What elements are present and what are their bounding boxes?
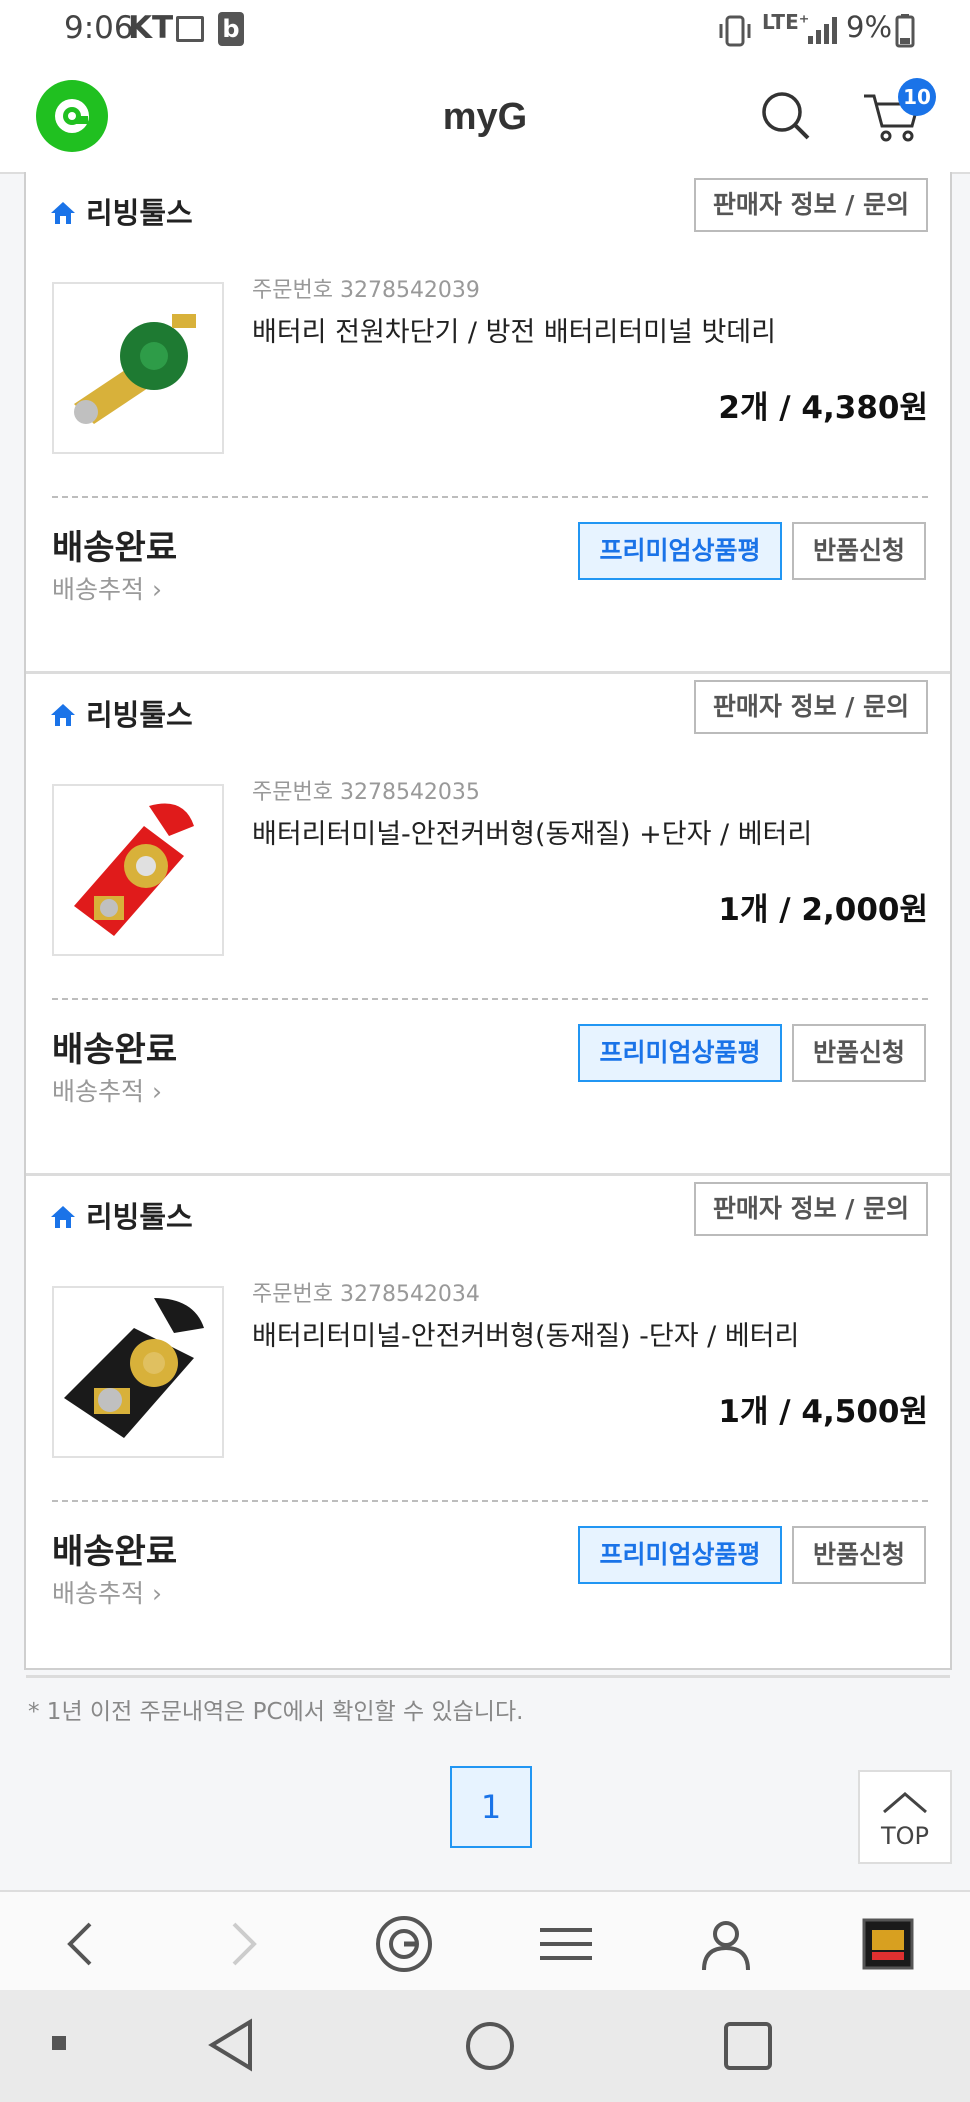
- status-time: 9:06: [64, 10, 134, 46]
- system-nav-bar: [0, 1990, 970, 2102]
- back-arrow-icon[interactable]: [52, 1914, 112, 1974]
- order-number: 주문번호 3278542034: [252, 1282, 480, 1307]
- top-label: TOP: [880, 1822, 930, 1850]
- divider: [52, 1500, 928, 1502]
- return-request-button[interactable]: 반품신청: [792, 1526, 926, 1584]
- order-item: 리빙툴스 판매자 정보 / 문의 주문번호 3278542035 배터리터미널-…: [26, 674, 950, 1176]
- battery-icon: [895, 14, 915, 48]
- recent-product-icon[interactable]: [858, 1914, 918, 1974]
- order-item: 리빙툴스 판매자 정보 / 문의 주문번호 3278542034 배터리터미널-…: [26, 1176, 950, 1678]
- forward-arrow-icon[interactable]: [212, 1914, 272, 1974]
- product-name[interactable]: 배터리터미널-안전커버형(동재질) +단자 / 베터리: [252, 812, 812, 851]
- home-g-icon[interactable]: [374, 1914, 434, 1974]
- page-title: myG: [442, 96, 528, 138]
- quantity-price: 1개 / 2,000원: [718, 892, 928, 928]
- system-overview-icon[interactable]: [722, 2020, 774, 2072]
- track-delivery-link[interactable]: 배송추적 ›: [52, 1072, 162, 1108]
- order-number: 주문번호 3278542035: [252, 780, 480, 805]
- product-thumbnail[interactable]: [52, 1286, 224, 1458]
- product-thumbnail[interactable]: [52, 784, 224, 956]
- search-icon[interactable]: [760, 90, 810, 140]
- track-delivery-link[interactable]: 배송추적 ›: [52, 1574, 162, 1610]
- premium-review-button[interactable]: 프리미엄상품평: [578, 522, 782, 580]
- product-thumbnail[interactable]: [52, 282, 224, 454]
- divider: [52, 998, 928, 1000]
- status-bar: 9:06 KT b LTE⁺ 9%: [0, 0, 970, 60]
- return-request-button[interactable]: 반품신청: [792, 522, 926, 580]
- network-type: LTE⁺: [762, 10, 810, 34]
- seller-name[interactable]: 리빙툴스: [50, 1194, 193, 1236]
- quantity-price: 1개 / 4,500원: [718, 1394, 928, 1430]
- track-delivery-link[interactable]: 배송추적 ›: [52, 570, 162, 606]
- app-notification-icon: b: [218, 12, 244, 46]
- seller-info-button[interactable]: 판매자 정보 / 문의: [694, 1182, 928, 1236]
- order-list: 리빙툴스 판매자 정보 / 문의 주문번호 3278542039 배터리 전원차…: [24, 172, 952, 1678]
- gallery-icon: [176, 16, 204, 42]
- pc-history-note: * 1년 이전 주문내역은 PC에서 확인할 수 있습니다.: [28, 1699, 524, 1725]
- home-icon: [51, 704, 75, 726]
- battery-percent: 9%: [846, 10, 893, 44]
- home-icon: [51, 202, 75, 224]
- seller-info-button[interactable]: 판매자 정보 / 문의: [694, 178, 928, 232]
- premium-review-button[interactable]: 프리미엄상품평: [578, 1024, 782, 1082]
- quantity-price: 2개 / 4,380원: [718, 390, 928, 426]
- delivery-status: 배송완료: [52, 1030, 178, 1070]
- divider: [52, 496, 928, 498]
- system-home-icon[interactable]: [464, 2020, 516, 2072]
- return-request-button[interactable]: 반품신청: [792, 1024, 926, 1082]
- product-name[interactable]: 배터리터미널-안전커버형(동재질) -단자 / 베터리: [252, 1314, 799, 1353]
- system-back-icon[interactable]: [206, 2018, 256, 2072]
- status-carrier: KT: [128, 10, 174, 46]
- bottom-nav: [0, 1890, 970, 1992]
- delivery-status: 배송완료: [52, 1532, 178, 1572]
- cart-count-badge: 10: [898, 78, 936, 116]
- menu-icon[interactable]: [536, 1914, 596, 1974]
- seller-name[interactable]: 리빙툴스: [50, 190, 193, 232]
- app-header: myG 10: [0, 60, 970, 174]
- home-icon: [51, 1206, 75, 1228]
- my-account-icon[interactable]: [696, 1914, 756, 1974]
- page-number-button[interactable]: 1: [450, 1766, 532, 1848]
- product-name[interactable]: 배터리 전원차단기 / 방전 배터리터미널 밧데리: [252, 310, 776, 349]
- chevron-up-icon: [883, 1792, 927, 1814]
- premium-review-button[interactable]: 프리미엄상품평: [578, 1526, 782, 1584]
- recents-dot-icon[interactable]: [50, 2034, 68, 2052]
- delivery-status: 배송완료: [52, 528, 178, 568]
- order-number: 주문번호 3278542039: [252, 278, 480, 303]
- scroll-top-button[interactable]: TOP: [858, 1770, 952, 1864]
- vibrate-icon: [719, 15, 751, 47]
- seller-info-button[interactable]: 판매자 정보 / 문의: [694, 680, 928, 734]
- signal-icon: [808, 17, 837, 44]
- order-item: 리빙툴스 판매자 정보 / 문의 주문번호 3278542039 배터리 전원차…: [26, 172, 950, 674]
- seller-name[interactable]: 리빙툴스: [50, 692, 193, 734]
